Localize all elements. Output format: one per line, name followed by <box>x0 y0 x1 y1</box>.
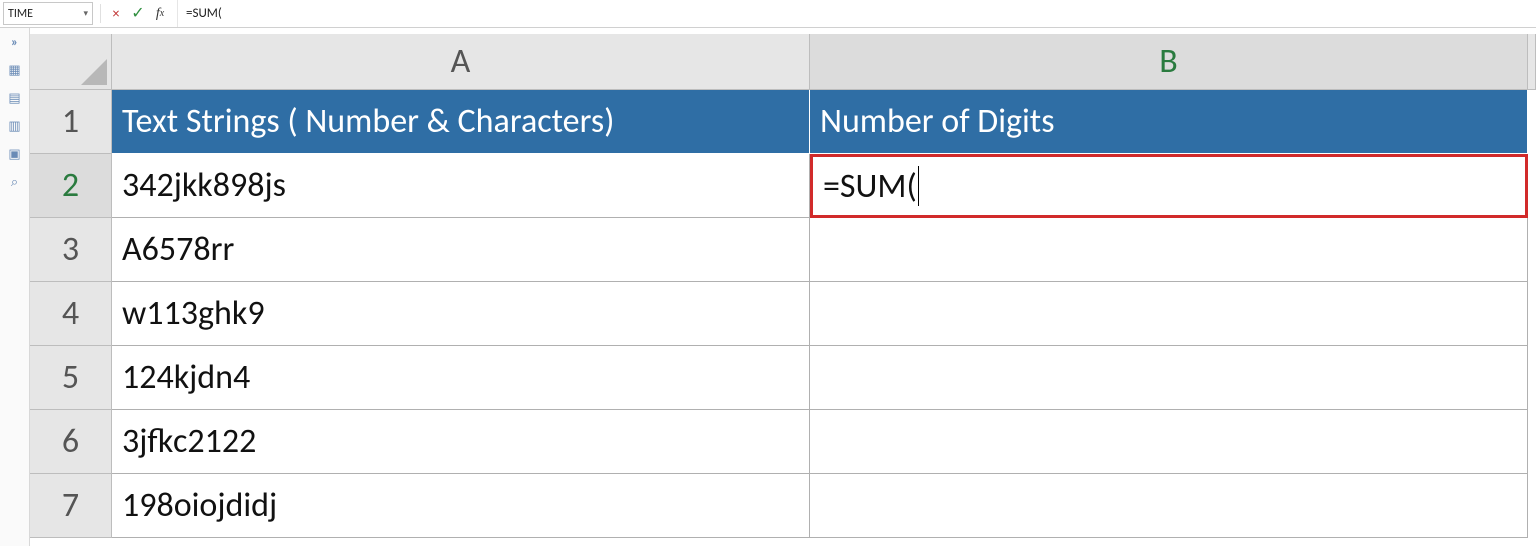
column-header-rest[interactable] <box>1528 34 1536 90</box>
cell-b7[interactable] <box>810 474 1528 538</box>
cell-a3[interactable]: A6578rr <box>112 218 810 282</box>
cell-b2[interactable]: =SUM( <box>810 154 1528 218</box>
cell-a5[interactable]: 124kjdn4 <box>112 346 810 410</box>
row-header-6[interactable]: 6 <box>30 410 112 474</box>
cell-b6[interactable] <box>810 410 1528 474</box>
row-header-5[interactable]: 5 <box>30 346 112 410</box>
cell-b2-wrapper: =SUM( <box>810 154 1528 218</box>
cell-a6[interactable]: 3jfkc2122 <box>112 410 810 474</box>
row-header-7[interactable]: 7 <box>30 474 112 538</box>
tool-icon-4[interactable]: ▣ <box>6 146 24 162</box>
row-header-4[interactable]: 4 <box>30 282 112 346</box>
cell-b1[interactable]: Number of Digits <box>810 90 1528 154</box>
separator <box>100 4 101 23</box>
cell-a7[interactable]: 198oiojdidj <box>112 474 810 538</box>
row-header-2[interactable]: 2 <box>30 154 112 218</box>
formula-input[interactable]: =SUM( <box>177 0 1536 27</box>
worksheet[interactable]: A B 1 Text Strings ( Number & Characters… <box>30 34 1536 546</box>
name-box-value: TIME <box>8 7 33 21</box>
tool-icon-1[interactable]: ▦ <box>6 62 24 78</box>
cell-a1[interactable]: Text Strings ( Number & Characters) <box>112 90 810 154</box>
text-cursor <box>918 166 919 206</box>
column-header-a[interactable]: A <box>112 34 810 90</box>
row-2: 2 342jkk898js =SUM( <box>30 154 1536 218</box>
cell-b2-content: =SUM( <box>823 166 917 207</box>
row-6: 6 3jfkc2122 <box>30 410 1536 474</box>
column-header-b[interactable]: B <box>810 34 1528 90</box>
row-5: 5 124kjdn4 <box>30 346 1536 410</box>
side-toolbar: » ▦ ▤ ▥ ▣ ⌕ <box>0 28 30 546</box>
name-box[interactable]: TIME ▾ <box>3 2 93 25</box>
row-header-3[interactable]: 3 <box>30 218 112 282</box>
row-4: 4 w113ghk9 <box>30 282 1536 346</box>
cell-a4[interactable]: w113ghk9 <box>112 282 810 346</box>
tool-icon-3[interactable]: ▥ <box>6 118 24 134</box>
cell-a2[interactable]: 342jkk898js <box>112 154 810 218</box>
row-header-1[interactable]: 1 <box>30 90 112 154</box>
expand-icon[interactable]: » <box>6 34 24 50</box>
chevron-down-icon: ▾ <box>83 8 88 19</box>
tool-icon-2[interactable]: ▤ <box>6 90 24 106</box>
row-7: 7 198oiojdidj <box>30 474 1536 538</box>
cancel-icon[interactable]: × <box>105 0 127 27</box>
cell-b4[interactable] <box>810 282 1528 346</box>
select-all-corner[interactable] <box>30 34 112 90</box>
formula-bar: TIME ▾ × ✓ fx =SUM( <box>0 0 1536 28</box>
column-headers: A B <box>30 34 1536 90</box>
insert-function-icon[interactable]: fx <box>149 0 171 27</box>
row-1: 1 Text Strings ( Number & Characters) Nu… <box>30 90 1536 154</box>
enter-icon[interactable]: ✓ <box>127 0 149 27</box>
cell-b5[interactable] <box>810 346 1528 410</box>
tool-icon-5[interactable]: ⌕ <box>6 174 24 190</box>
row-3: 3 A6578rr <box>30 218 1536 282</box>
cell-b3[interactable] <box>810 218 1528 282</box>
